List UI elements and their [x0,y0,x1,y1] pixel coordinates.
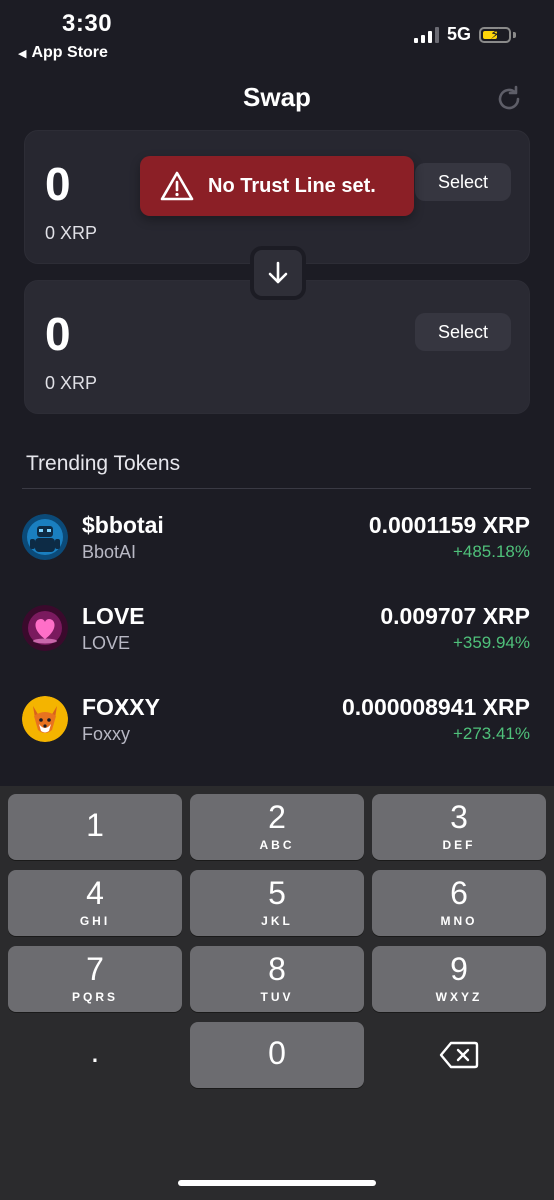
token-change: +359.94% [452,633,530,652]
warning-triangle-icon [160,171,194,201]
token-row-love[interactable]: LOVE LOVE 0.009707 XRP +359.94% [0,597,554,661]
love-heart-icon [22,605,68,651]
key-8[interactable]: 8 TUV [190,946,364,1012]
key-5[interactable]: 5 JKL [190,870,364,936]
token-symbol: LOVE [82,603,145,629]
network-type: 5G [446,24,471,44]
from-balance: 0 XRP [45,223,98,243]
status-indicators: 5G ⚡ [413,24,516,45]
back-to-app-store-link[interactable]: ◀ App Store [18,44,108,62]
to-balance: 0 XRP [45,373,98,393]
token-symbol: FOXXY [82,694,160,720]
cellular-signal-icon [413,26,439,43]
key-2[interactable]: 2 ABC [190,794,364,860]
key-4[interactable]: 4 GHI [8,870,182,936]
token-price: 0.0001159 XRP [368,512,530,538]
key-6[interactable]: 6 MNO [372,870,546,936]
key-7[interactable]: 7 PQRS [8,946,182,1012]
token-name: Foxxy [82,724,131,744]
arrow-down-icon [268,261,288,284]
error-toast: No Trust Line set. [140,156,414,216]
token-price: 0.000008941 XRP [342,694,530,720]
key-3[interactable]: 3 DEF [372,794,546,860]
battery-charging-icon: ⚡ [479,26,511,43]
page-title: Swap [243,82,311,112]
token-name: BbotAI [82,542,137,562]
token-change: +273.41% [452,724,530,743]
swap-direction-button[interactable] [250,246,306,300]
token-row-foxxy[interactable]: FOXXY Foxxy 0.000008941 XRP +273.41% [0,688,554,752]
token-row-bbotai[interactable]: $bbotai BbotAI 0.0001159 XRP +485.18% [0,506,554,570]
toast-message: No Trust Line set. [208,174,376,197]
from-amount-input[interactable]: 0 [45,157,71,211]
back-label: App Store [31,44,108,61]
bbotai-robot-icon [22,514,68,560]
backspace-icon [439,1041,479,1069]
refresh-icon[interactable] [494,84,524,114]
token-name: LOVE [82,633,131,653]
numeric-keypad: 1 2 ABC 3 DEF 4 GHI 5 JKL 6 MNO 7 PQRS 8 TUV 9W… [0,786,554,1200]
back-triangle-icon: ◀ [18,47,27,60]
swap-to-card: 0 0 XRP Select [24,280,530,414]
token-change: +485.18% [452,542,530,561]
key-1[interactable]: 1 [8,794,182,860]
backspace-key[interactable] [372,1022,546,1088]
home-indicator[interactable] [178,1180,376,1186]
token-price: 0.009707 XRP [380,603,530,629]
divider [22,488,531,489]
swap-screen: 3:30 ◀ App Store 5G ⚡ Swap 0 0 XRP Selec… [0,0,554,1200]
foxxy-fox-icon [22,696,68,742]
key-decimal[interactable]: . [8,1022,182,1088]
trending-tokens-heading: Trending Tokens [26,452,181,475]
to-amount-input[interactable]: 0 [45,307,71,361]
from-select-token-button[interactable]: Select [415,163,511,201]
token-symbol: $bbotai [82,512,164,538]
key-9[interactable]: 9 WXYZ [372,946,546,1012]
status-time: 3:30 [62,10,113,37]
to-select-token-button[interactable]: Select [415,313,511,351]
key-0[interactable]: 0 [190,1022,364,1088]
